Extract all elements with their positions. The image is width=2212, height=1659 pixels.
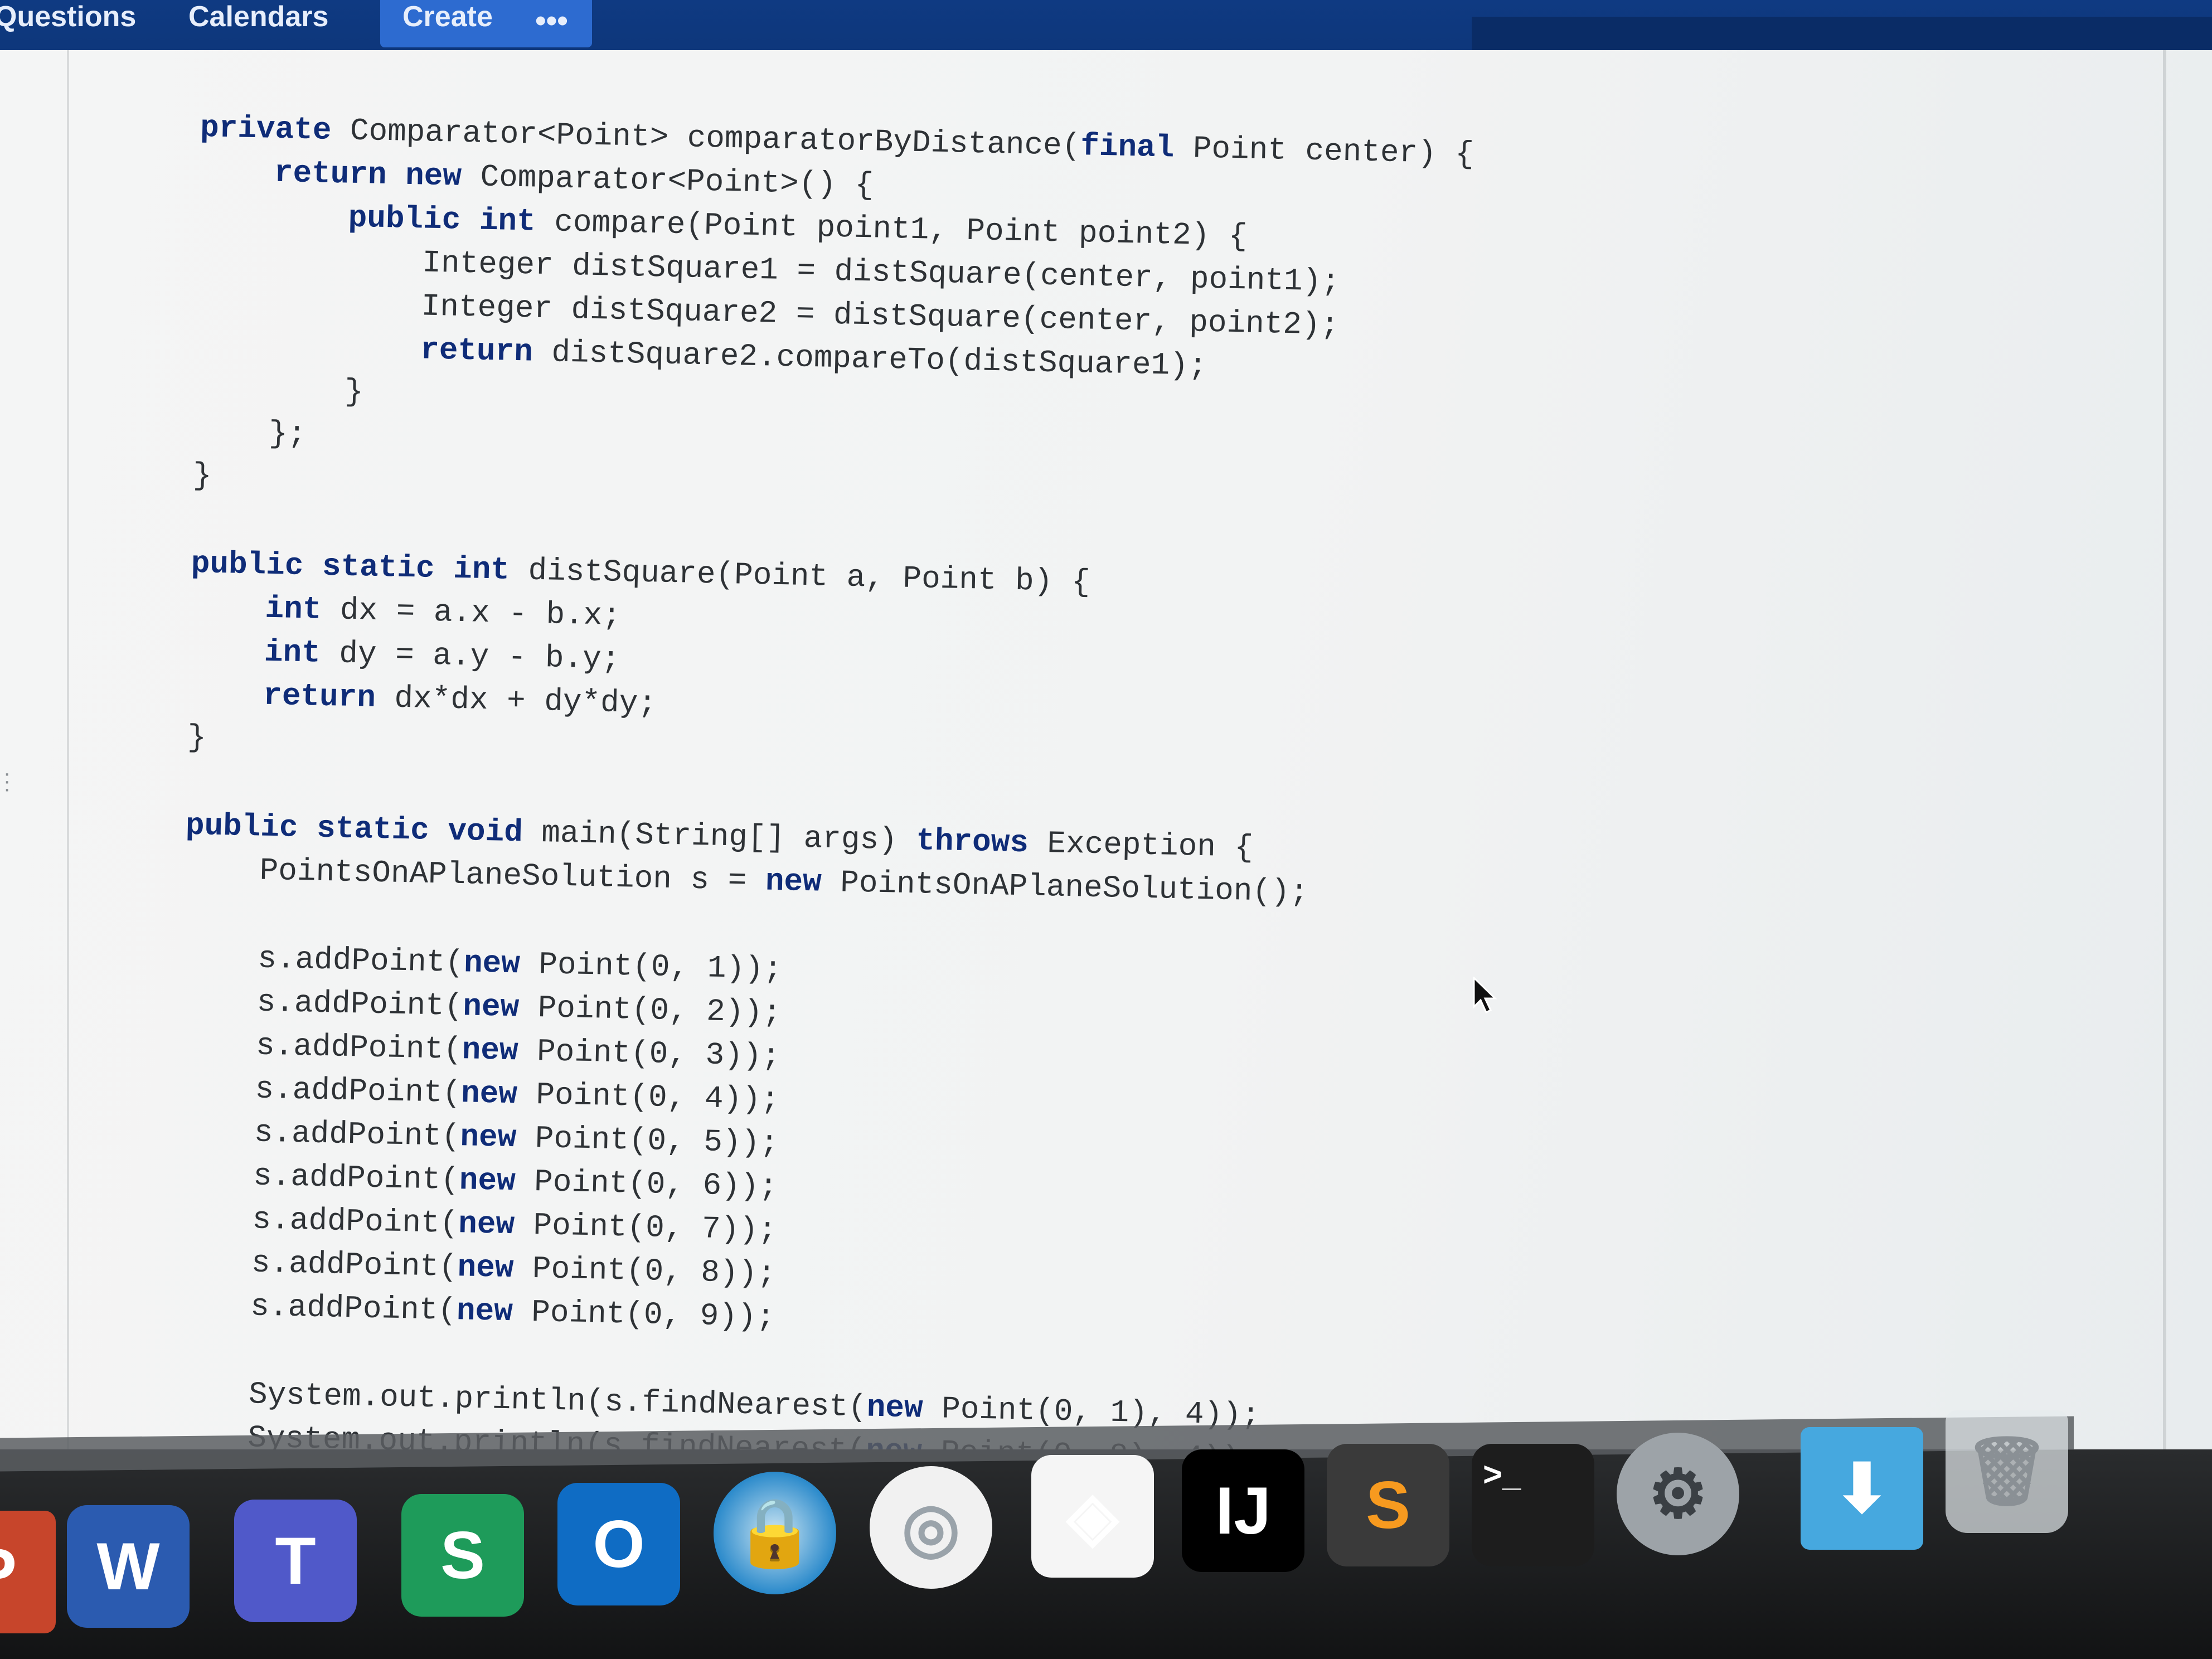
craft-icon[interactable]: ◈ — [1031, 1455, 1154, 1578]
code-text: s.addPoint( — [254, 1071, 462, 1112]
code-text: } — [344, 373, 364, 410]
code-text: dy = a.y - b.y; — [320, 635, 620, 677]
mouse-pointer-icon — [1473, 977, 1497, 1014]
code-text: main(String[] args) — [522, 814, 916, 859]
code-text: s.addPoint( — [257, 940, 464, 981]
code-text: }; — [268, 415, 307, 453]
vpn-icon[interactable]: 🔒 — [714, 1472, 836, 1594]
code-text: s.addPoint( — [251, 1201, 459, 1242]
code-keyword: new — [460, 1075, 518, 1113]
code-keyword: new — [457, 1249, 515, 1287]
word-icon[interactable]: W — [67, 1505, 190, 1628]
code-text: s.addPoint( — [253, 1158, 460, 1199]
code-text: PointsOnAPlaneSolution s = — [259, 852, 766, 899]
sublime-icon[interactable]: S — [1327, 1444, 1449, 1566]
code-keyword: new — [462, 1032, 519, 1069]
code-block: private Comparator<Point> comparatorByDi… — [172, 106, 1474, 1485]
code-text: Exception { — [1028, 825, 1254, 866]
code-text: distSquare(Point a, Point b) { — [509, 552, 1091, 600]
code-text: s.addPoint( — [256, 984, 464, 1025]
code-text: Point(0, 3)); — [517, 1033, 781, 1075]
drag-handle-icon[interactable]: · · · — [3, 762, 11, 800]
code-text: dx*dx + dy*dy; — [375, 680, 657, 722]
code-text: dx = a.x - b.x; — [321, 591, 622, 634]
trash-icon[interactable]: 🗑 — [1946, 1410, 2068, 1533]
system-preferences-icon[interactable]: ⚙ — [1617, 1433, 1739, 1555]
powerpoint-icon[interactable]: P — [0, 1511, 56, 1633]
code-text: s.addPoint( — [251, 1245, 458, 1286]
code-text: Point(0, 8)); — [513, 1250, 777, 1292]
downloads-icon[interactable]: ⬇ — [1801, 1427, 1923, 1550]
code-text: Point(0, 5)); — [516, 1120, 779, 1162]
terminal-icon[interactable]: >_ — [1472, 1444, 1594, 1566]
code-text: Comparator<Point>() { — [461, 158, 874, 203]
more-menu-button[interactable]: ••• — [535, 2, 568, 38]
code-keyword: new — [456, 1293, 513, 1330]
code-keyword: new — [462, 988, 520, 1026]
code-keyword: return new — [274, 154, 462, 195]
page-content: · · · private Comparator<Point> comparator… — [0, 50, 2212, 1500]
outlook-icon[interactable]: O — [557, 1483, 680, 1605]
code-keyword: new — [463, 945, 521, 982]
nav-questions[interactable]: Questions — [0, 0, 136, 53]
right-border — [2163, 50, 2166, 1500]
code-text: Point(0, 6)); — [515, 1163, 778, 1205]
code-keyword: new — [866, 1389, 924, 1427]
code-keyword: new — [765, 863, 822, 900]
code-keyword: int — [264, 590, 322, 628]
code-keyword: new — [459, 1162, 516, 1200]
code-text: s.addPoint( — [254, 1114, 461, 1155]
code-keyword: public int — [348, 200, 536, 240]
teams-icon[interactable]: T — [234, 1500, 357, 1622]
code-text: Point(0, 2)); — [518, 989, 782, 1031]
nav-calendars[interactable]: Calendars — [188, 0, 328, 53]
left-border — [67, 50, 69, 1500]
code-keyword: int — [264, 634, 321, 671]
code-text: PointsOnAPlaneSolution(); — [821, 864, 1309, 910]
code-text: Point(0, 7)); — [514, 1207, 778, 1249]
intellij-icon[interactable]: IJ — [1182, 1449, 1304, 1572]
code-keyword: public static int — [191, 545, 510, 588]
code-keyword: new — [459, 1119, 517, 1156]
code-text: } — [192, 457, 212, 494]
code-keyword: private — [200, 109, 332, 148]
code-keyword: new — [458, 1206, 515, 1243]
code-keyword: final — [1080, 128, 1175, 166]
code-text: Point(0, 9)); — [512, 1294, 775, 1336]
code-keyword: return — [263, 677, 376, 716]
code-text: Point center) { — [1173, 130, 1474, 172]
code-text: s.addPoint( — [250, 1288, 457, 1329]
code-text: } — [187, 719, 207, 756]
code-keyword: return — [420, 332, 533, 370]
wifi-icon[interactable]: ◎ — [870, 1466, 992, 1589]
code-text: Point(0, 4)); — [517, 1076, 780, 1118]
code-text: Point(0, 1)); — [520, 946, 783, 988]
code-keyword: throws — [915, 823, 1029, 861]
slides-icon[interactable]: S — [401, 1494, 524, 1617]
code-keyword: public static void — [185, 807, 523, 851]
code-text: s.addPoint( — [255, 1027, 463, 1068]
